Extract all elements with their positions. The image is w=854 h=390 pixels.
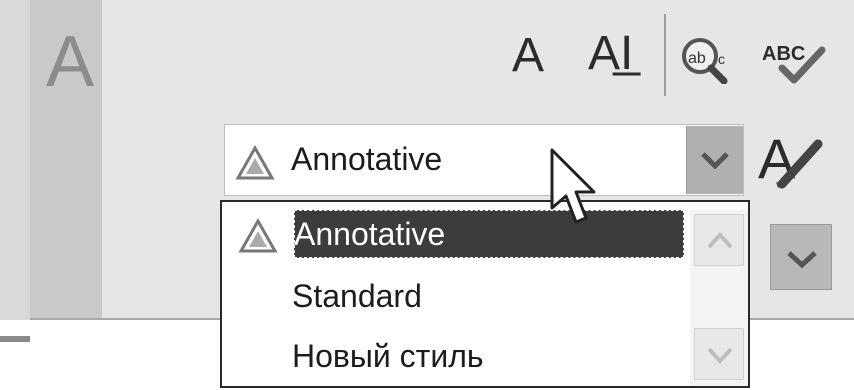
mouse-pointer-icon [550,148,596,224]
page-edge-line [0,336,30,342]
svg-text:c: c [718,51,725,67]
toolbar-separator [664,14,666,96]
dropdown-option-annotative[interactable]: Annotative [294,214,445,254]
left-strip [0,0,30,320]
chevron-down-icon [701,152,729,170]
chevron-up-icon [707,232,733,249]
dropdown-option-standard[interactable]: Standard [292,276,422,316]
dropdown-option-new-style[interactable]: Новый стиль [292,336,484,376]
combobox-value: Annotative [291,141,443,177]
chevron-down-icon [787,251,817,269]
find-replace-icon[interactable]: ab c [676,34,740,84]
text-height-button[interactable]: A [512,32,544,80]
secondary-dropdown-button[interactable] [770,224,832,290]
text-panel-icon: A [46,22,95,102]
scroll-down-button[interactable] [694,328,744,380]
spell-check-icon[interactable]: ABC [760,34,828,84]
annotative-icon [235,145,275,180]
annotative-icon [238,218,278,253]
svg-text:ab: ab [688,50,706,67]
svg-text:ABC: ABC [762,43,805,65]
chevron-down-icon [707,347,733,364]
combobox-dropdown-button[interactable] [686,126,743,194]
multiline-text-button[interactable]: AI̲ [588,28,633,80]
text-style-combobox[interactable]: Annotative [224,124,744,196]
scroll-up-button[interactable] [694,214,744,266]
style-dropdown-list: Annotative Standard Новый стиль [220,200,750,388]
edit-text-style-icon[interactable]: A [752,126,828,190]
